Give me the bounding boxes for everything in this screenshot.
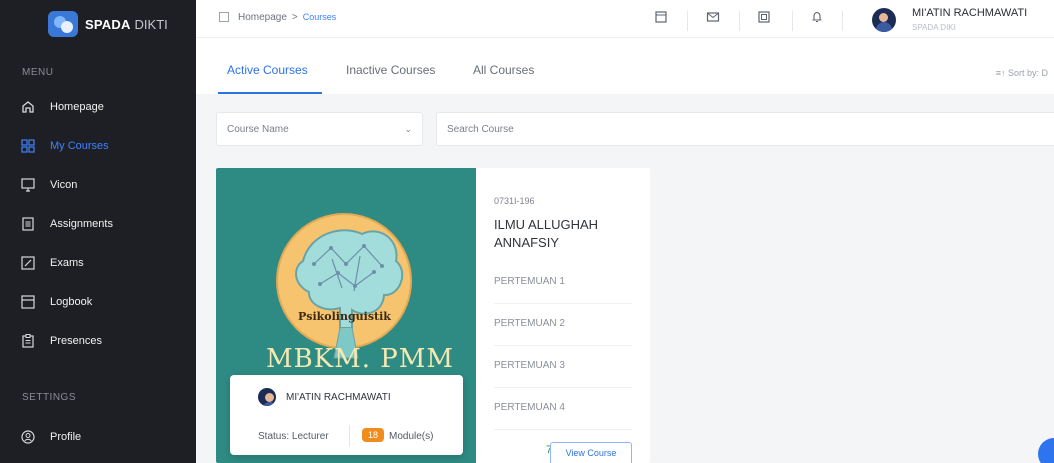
brand-main-text: SPADA [85, 16, 131, 32]
chevron-down-icon: ⌄ [404, 124, 412, 134]
monitor-icon [20, 177, 36, 193]
course-name-select-value: Course Name [227, 124, 289, 135]
top-header: Homepage > Courses MI'ATIN RACHMAWATI SP… [196, 0, 1054, 38]
sidebar-item-vicon[interactable]: Vicon [20, 174, 77, 196]
sidebar-item-label: Presences [50, 335, 102, 347]
breadcrumb-home-link[interactable]: Homepage [238, 12, 287, 23]
tab-inactive-courses[interactable]: Inactive Courses [346, 63, 435, 91]
tab-active-courses[interactable]: Active Courses [227, 63, 308, 91]
meeting-item[interactable]: PERTEMUAN 4 [494, 390, 632, 430]
module-count-badge: 18 [362, 428, 384, 442]
sidebar-item-label: Homepage [50, 101, 104, 113]
user-name[interactable]: MI'ATIN RACHMAWATI [912, 7, 1027, 19]
spada-logo-icon [48, 11, 78, 37]
breadcrumb-current: Courses [302, 12, 337, 22]
course-code: 0731I-196 [494, 196, 535, 206]
home-icon[interactable] [218, 11, 230, 23]
mail-icon[interactable] [704, 8, 722, 26]
floating-action-button[interactable] [1038, 438, 1054, 463]
cover-title: MBKM. PMM [266, 344, 455, 374]
toolbar-divider [739, 11, 740, 31]
brand-logo-group[interactable]: SPADA DIKTI [48, 10, 168, 38]
sort-label: Sort by: D [1007, 68, 1048, 78]
status-value: Lecturer [291, 431, 329, 442]
sidebar: SPADA DIKTI MENU Homepage My Courses Vic… [0, 0, 196, 463]
message-icon[interactable] [755, 8, 773, 26]
user-icon [20, 429, 36, 445]
clipboard-icon [20, 333, 36, 349]
grid-icon [20, 138, 36, 154]
course-tabs: Active Courses Inactive Courses All Cour… [196, 38, 1054, 94]
calendar-icon[interactable] [652, 8, 670, 26]
brand-sub-text: DIKTI [134, 16, 168, 32]
user-role: SPADA DIKI [912, 23, 956, 32]
lecturer-name: MI'ATIN RACHMAWATI [286, 392, 391, 403]
sidebar-item-label: Exams [50, 257, 84, 269]
sidebar-item-exams[interactable]: Exams [20, 252, 84, 274]
sidebar-item-logbook[interactable]: Logbook [20, 291, 92, 313]
meeting-item[interactable]: PERTEMUAN 2 [494, 306, 632, 346]
sidebar-item-profile[interactable]: Profile [20, 426, 81, 448]
module-label: Module(s) [389, 431, 434, 442]
sidebar-item-assignments[interactable]: Assignments [20, 213, 113, 235]
course-info: 0731I-196 ILMU ALLUGHAH ANNAFSIY PERTEMU… [494, 168, 650, 463]
breadcrumb-separator: > [291, 11, 298, 23]
sidebar-item-label: My Courses [50, 140, 109, 152]
meeting-item[interactable]: PERTEMUAN 1 [494, 264, 632, 304]
lecturer-avatar [258, 388, 276, 406]
bell-icon[interactable] [808, 8, 826, 26]
sidebar-item-label: Vicon [50, 179, 78, 191]
toolbar-divider [687, 11, 688, 31]
avatar[interactable] [872, 8, 896, 32]
lecturer-status: Status: Lecturer [258, 431, 329, 442]
tab-all-courses[interactable]: All Courses [473, 63, 534, 91]
search-course-input[interactable]: Search Course [436, 112, 1054, 146]
sidebar-item-homepage[interactable]: Homepage [20, 96, 104, 118]
course-name-select[interactable]: Course Name ⌄ [216, 112, 423, 146]
pencil-icon [20, 255, 36, 271]
sort-control[interactable]: ≡↑ Sort by: D [996, 68, 1048, 78]
book-icon [20, 294, 36, 310]
sidebar-item-my-courses[interactable]: My Courses [20, 135, 109, 157]
sort-icon: ≡↑ [995, 68, 1008, 78]
view-course-button[interactable]: View Course [550, 442, 632, 463]
sidebar-item-label: Assignments [50, 218, 113, 230]
toolbar-divider [792, 11, 793, 31]
cover-subtitle: Psikolinguistik [298, 310, 391, 323]
status-divider [349, 425, 350, 447]
sidebar-item-label: Profile [50, 431, 82, 443]
menu-section-label: MENU [22, 67, 54, 78]
home-icon [20, 99, 36, 115]
breadcrumb: Homepage > Courses [218, 11, 336, 23]
settings-section-label: SETTINGS [22, 392, 77, 403]
toolbar-divider [842, 11, 843, 31]
search-course-placeholder: Search Course [447, 124, 514, 135]
document-icon [20, 216, 36, 232]
filter-bar: Course Name ⌄ Search Course [196, 94, 1054, 168]
sidebar-item-presences[interactable]: Presences [20, 330, 102, 352]
sidebar-item-label: Logbook [50, 296, 93, 308]
status-label: Status: [258, 431, 290, 442]
course-name[interactable]: ILMU ALLUGHAH ANNAFSIY [494, 216, 634, 252]
lecturer-card [230, 375, 463, 455]
meeting-item[interactable]: PERTEMUAN 3 [494, 348, 632, 388]
